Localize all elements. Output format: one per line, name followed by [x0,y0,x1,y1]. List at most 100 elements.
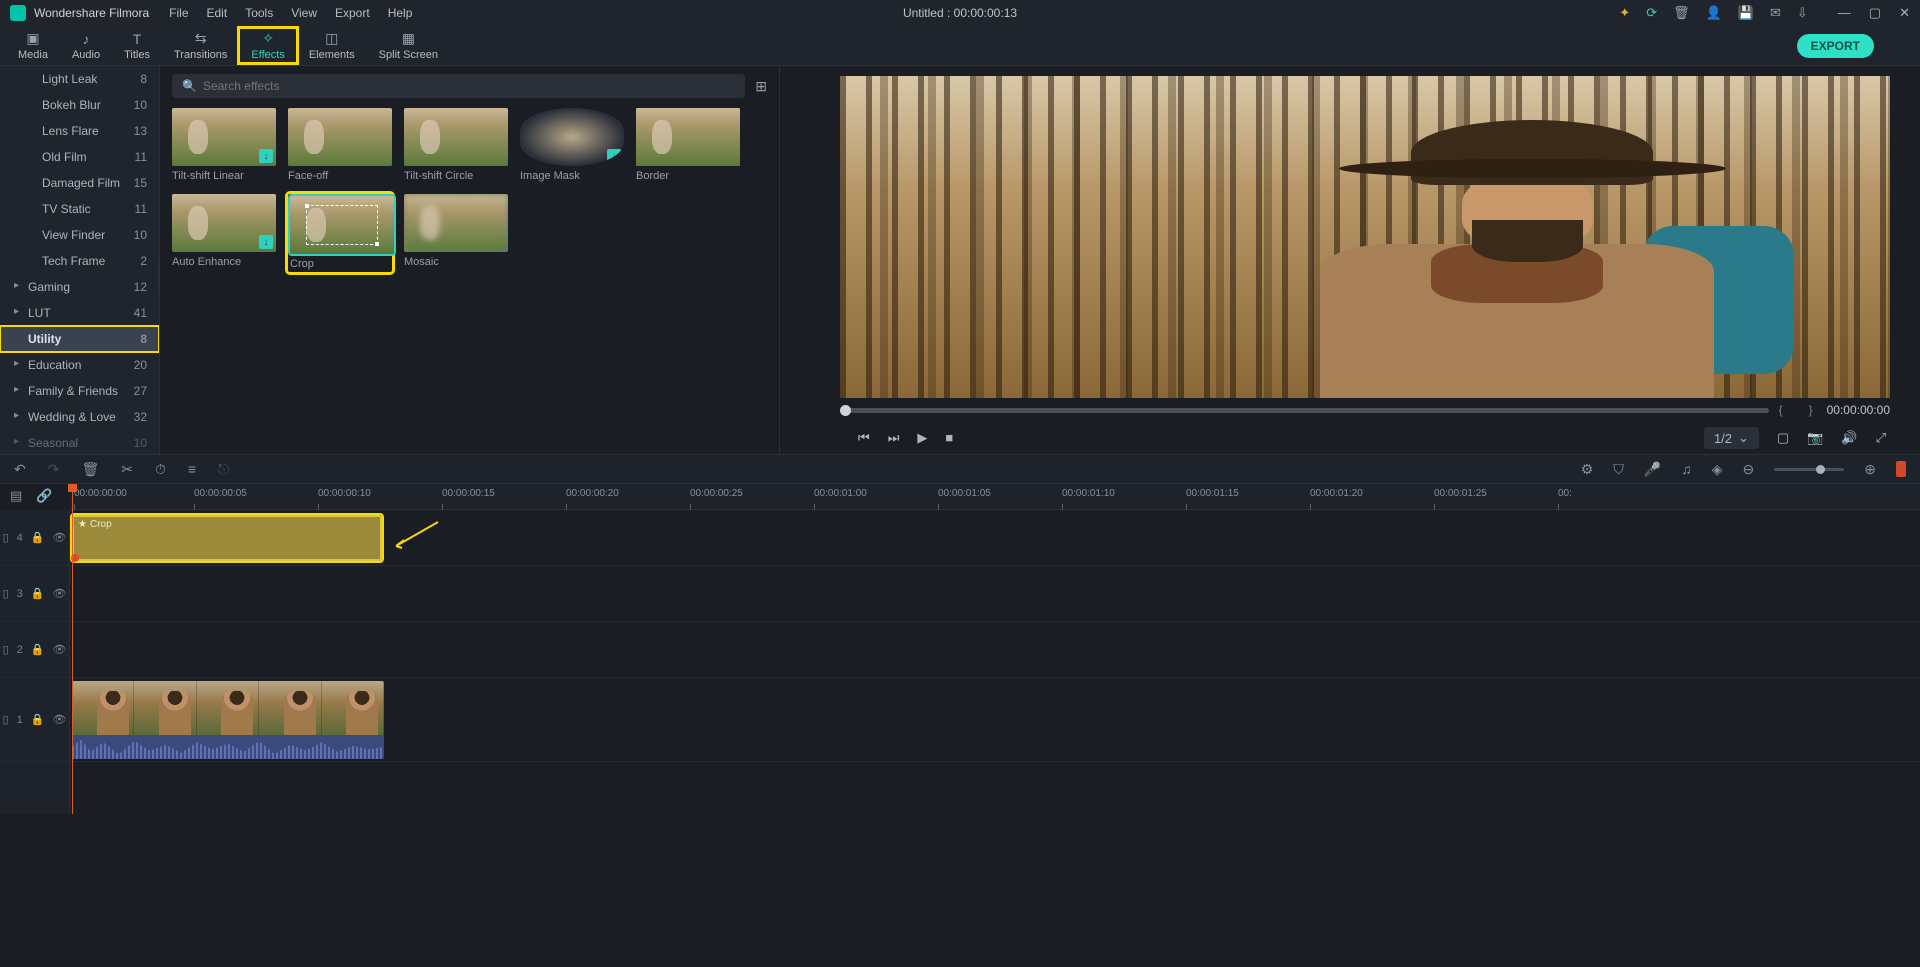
tab-effects[interactable]: ✧Effects [239,28,296,63]
search-effects-input[interactable]: 🔍 [172,74,745,98]
sidebar-item-bokeh-blur[interactable]: Bokeh Blur10 [0,92,159,118]
scrub-slider[interactable] [840,408,1769,413]
eye-icon[interactable]: 👁 [52,713,66,726]
adjust-icon[interactable]: ≡ [188,461,196,477]
lock-icon[interactable]: 🔒 [31,643,45,656]
menu-view[interactable]: View [291,6,317,20]
effect-border[interactable]: Border [636,108,740,182]
menu-edit[interactable]: Edit [207,6,228,20]
lock-icon[interactable]: 🔒 [31,531,45,544]
eye-icon[interactable]: 👁 [52,587,66,600]
effect-image-mask[interactable]: ↓Image Mask [520,108,624,182]
timeline-ruler[interactable]: 00:00:00:00 00:00:00:05 00:00:00:10 00:0… [70,484,1920,510]
sidebar-item-view-finder[interactable]: View Finder10 [0,222,159,248]
manage-tracks-icon[interactable]: ▤ [10,488,22,504]
effect-face-off[interactable]: Face-off [288,108,392,182]
tab-media[interactable]: ▣Media [6,28,60,63]
track-label-1[interactable]: ▯1🔒👁 [0,678,69,762]
sidebar-item-lut[interactable]: LUT41 [0,300,159,326]
trash-icon[interactable]: 🗑 [1673,5,1690,21]
sidebar-item-tv-static[interactable]: TV Static11 [0,196,159,222]
undo-icon[interactable]: ↶ [14,461,26,478]
export-button[interactable]: EXPORT [1797,34,1874,58]
play-icon[interactable]: ▶ [917,430,927,446]
track-label-4[interactable]: ▯4🔒👁 [0,510,69,566]
reload-icon[interactable]: ⟳ [1646,5,1657,21]
effect-auto-enhance[interactable]: ↓Auto Enhance [172,194,276,272]
lock-icon[interactable]: 🔒 [31,587,45,600]
eye-icon[interactable]: 👁 [52,531,66,544]
zoom-in-icon[interactable]: ⊕ [1864,461,1876,478]
effect-tilt-shift-circle[interactable]: Tilt-shift Circle [404,108,508,182]
tab-elements[interactable]: ◫Elements [297,28,367,63]
effect-mosaic[interactable]: Mosaic [404,194,508,272]
sidebar-item-light-leak[interactable]: Light Leak8 [0,66,159,92]
sidebar-item-tech-frame[interactable]: Tech Frame2 [0,248,159,274]
redo-icon[interactable]: ↷ [48,461,60,478]
sidebar-item-wedding-love[interactable]: Wedding & Love32 [0,404,159,430]
render-icon[interactable]: ⚙ [1581,461,1594,478]
sidebar-item-lens-flare[interactable]: Lens Flare13 [0,118,159,144]
snapshot-icon[interactable]: 📷 [1807,430,1823,446]
keyframe-icon[interactable]: ◈ [1712,461,1723,478]
record-icon[interactable] [1896,461,1906,477]
cut-icon[interactable]: ✂ [121,461,133,478]
save-icon[interactable]: 💾 [1738,5,1754,21]
marker-shield-icon[interactable]: ⛉ [1613,461,1624,478]
display-mode-icon[interactable]: ▢ [1777,430,1789,446]
preview-video[interactable] [840,76,1890,398]
tab-audio[interactable]: ♪Audio [60,29,112,63]
mail-icon[interactable]: ✉ [1770,5,1781,21]
playhead[interactable] [72,484,73,814]
minimize-icon[interactable]: — [1838,5,1851,21]
track-3[interactable] [70,566,1920,622]
audio-sync-icon[interactable]: ⎋ [218,461,229,478]
menu-export[interactable]: Export [335,6,370,20]
zoom-out-icon[interactable]: ⊖ [1743,461,1755,478]
video-clip[interactable] [72,681,384,759]
speed-icon[interactable]: ⏱ [155,461,166,478]
track-1[interactable] [70,678,1920,762]
account-icon[interactable]: 👤 [1706,5,1722,21]
lock-icon[interactable]: 🔒 [31,713,45,726]
fullscreen-icon[interactable]: ⤢ [1876,430,1886,446]
track-2[interactable] [70,622,1920,678]
close-icon[interactable]: ✕ [1899,5,1910,21]
eye-icon[interactable]: 👁 [52,643,66,656]
delete-icon[interactable]: 🗑 [81,461,99,478]
track-label-2[interactable]: ▯2🔒👁 [0,622,69,678]
menu-help[interactable]: Help [388,6,413,20]
sidebar-item-education[interactable]: Education20 [0,352,159,378]
effect-tilt-shift-linear[interactable]: ↓Tilt-shift Linear [172,108,276,182]
download-icon[interactable]: ⇩ [1797,5,1808,21]
sidebar-item-utility[interactable]: Utility8 [0,326,159,352]
audio-mixer-icon[interactable]: ♫ [1681,461,1692,477]
preview-quality-select[interactable]: 1/2⌄ [1704,427,1759,449]
stop-icon[interactable]: ■ [945,430,953,446]
volume-icon[interactable]: 🔊 [1841,430,1857,446]
track-label-3[interactable]: ▯3🔒👁 [0,566,69,622]
sidebar-item-family-friends[interactable]: Family & Friends27 [0,378,159,404]
zoom-slider[interactable] [1774,468,1844,471]
link-icon[interactable]: 🔗 [36,488,52,504]
menu-file[interactable]: File [169,6,188,20]
effect-clip-crop[interactable]: ★Crop [72,515,382,561]
search-field[interactable] [203,79,735,93]
prev-frame-icon[interactable]: ⏮ [858,430,870,446]
grid-view-icon[interactable]: ⊞ [755,78,767,95]
voiceover-icon[interactable]: 🎤 [1644,461,1661,478]
next-frame-icon[interactable]: ⏭ [888,430,900,446]
sidebar-item-seasonal[interactable]: Seasonal10 [0,430,159,454]
sidebar-item-gaming[interactable]: Gaming12 [0,274,159,300]
tab-titles[interactable]: TTitles [112,29,162,63]
mark-in-out-icon[interactable]: { } [1779,403,1817,417]
sidebar-item-old-film[interactable]: Old Film11 [0,144,159,170]
menu-tools[interactable]: Tools [245,6,273,20]
tab-transitions[interactable]: ⇆Transitions [162,28,239,63]
sidebar-item-damaged-film[interactable]: Damaged Film15 [0,170,159,196]
effects-category-sidebar[interactable]: Light Leak8 Bokeh Blur10 Lens Flare13 Ol… [0,66,160,454]
track-4[interactable]: ★Crop [70,510,1920,566]
maximize-icon[interactable]: ▢ [1869,5,1881,21]
effect-crop[interactable]: Crop [288,194,392,272]
tips-icon[interactable]: ✦ [1619,5,1630,21]
